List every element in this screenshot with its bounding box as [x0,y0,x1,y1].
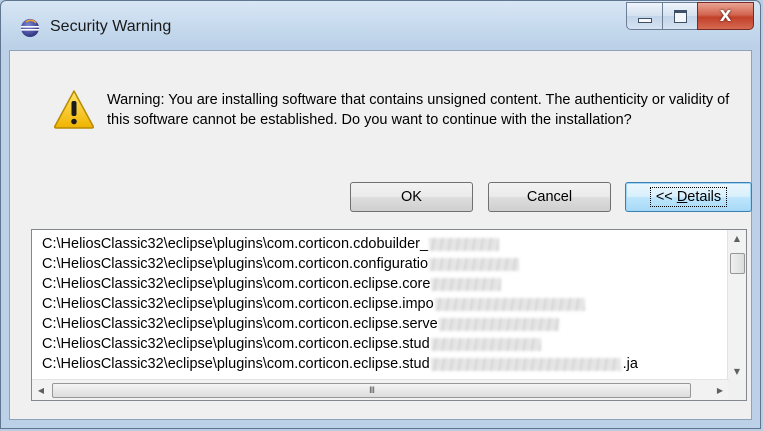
eclipse-icon [21,19,39,37]
vertical-scroll-thumb[interactable] [730,253,745,274]
details-button[interactable]: << Details [625,182,752,212]
file-path: C:\HeliosClassic32\eclipse\plugins\com.c… [42,236,429,252]
redacted-version [431,277,502,291]
file-path: C:\HeliosClassic32\eclipse\plugins\com.c… [42,356,430,372]
file-path: C:\HeliosClassic32\eclipse\plugins\com.c… [42,276,431,292]
file-path: C:\HeliosClassic32\eclipse\plugins\com.c… [42,296,434,312]
window-title: Security Warning [50,18,172,35]
dialog-body: Warning: You are installing software tha… [9,50,752,420]
file-rows: C:\HeliosClassic32\eclipse\plugins\com.c… [42,234,722,374]
scroll-right-icon[interactable]: ▶ [711,380,729,400]
list-item[interactable]: C:\HeliosClassic32\eclipse\plugins\com.c… [42,234,722,254]
close-button[interactable]: X [697,2,754,30]
redacted-version [430,337,541,351]
scrollbar-corner [728,380,746,400]
close-icon: X [719,7,732,25]
minimize-icon [637,17,652,23]
redacted-version [429,257,520,271]
file-path: C:\HeliosClassic32\eclipse\plugins\com.c… [42,256,429,272]
minimize-button[interactable] [626,2,663,30]
scroll-down-icon[interactable]: ▼ [728,363,746,380]
list-item[interactable]: C:\HeliosClassic32\eclipse\plugins\com.c… [42,274,722,294]
maximize-button[interactable] [662,2,698,30]
details-label: << Details [649,187,728,207]
horizontal-scroll-thumb[interactable]: III [52,383,691,398]
warning-icon [53,90,95,129]
list-item[interactable]: C:\HeliosClassic32\eclipse\plugins\com.c… [42,294,722,314]
list-item[interactable]: C:\HeliosClassic32\eclipse\plugins\com.c… [42,354,722,374]
file-extension: .ja [622,356,638,372]
file-path: C:\HeliosClassic32\eclipse\plugins\com.c… [42,336,430,352]
redacted-version [434,297,585,311]
redacted-version [438,317,559,331]
horizontal-scrollbar[interactable]: ◀ III ▶ [32,379,729,400]
list-item[interactable]: C:\HeliosClassic32\eclipse\plugins\com.c… [42,314,722,334]
warning-message: Warning: You are installing software tha… [107,92,730,128]
maximize-icon [673,9,687,23]
title-bar[interactable]: Security Warning X [1,1,760,51]
ok-button[interactable]: OK [350,182,473,212]
scroll-up-icon[interactable]: ▲ [728,230,746,247]
security-warning-window: Security Warning X Warning: You are inst… [0,0,761,429]
vertical-scrollbar[interactable]: ▲ ▼ [727,230,746,380]
cancel-button[interactable]: Cancel [488,182,611,212]
scroll-left-icon[interactable]: ◀ [32,380,50,400]
file-path: C:\HeliosClassic32\eclipse\plugins\com.c… [42,316,438,332]
list-item[interactable]: C:\HeliosClassic32\eclipse\plugins\com.c… [42,254,722,274]
list-item[interactable]: C:\HeliosClassic32\eclipse\plugins\com.c… [42,334,722,354]
redacted-version [429,237,500,251]
unsigned-files-list[interactable]: C:\HeliosClassic32\eclipse\plugins\com.c… [31,229,747,401]
redacted-version [430,357,621,371]
